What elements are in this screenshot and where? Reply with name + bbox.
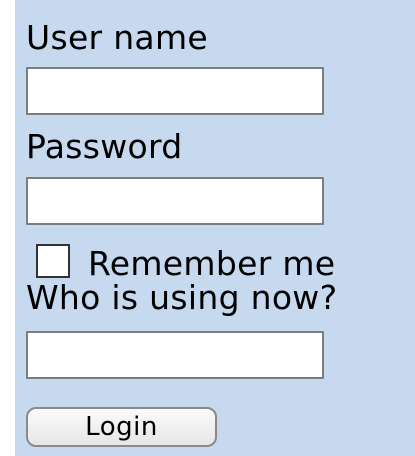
username-label: User name [26, 18, 208, 57]
login-panel: User name Password Remember me Who is us… [15, 0, 415, 456]
remember-me-label[interactable]: Remember me [88, 246, 335, 282]
username-input[interactable] [26, 67, 324, 115]
password-input[interactable] [26, 177, 324, 225]
who-is-using-input[interactable] [26, 331, 324, 379]
who-is-using-label: Who is using now? [26, 278, 338, 317]
remember-me-checkbox[interactable] [36, 244, 70, 278]
password-label: Password [26, 127, 183, 166]
login-button[interactable]: Login [26, 407, 217, 447]
